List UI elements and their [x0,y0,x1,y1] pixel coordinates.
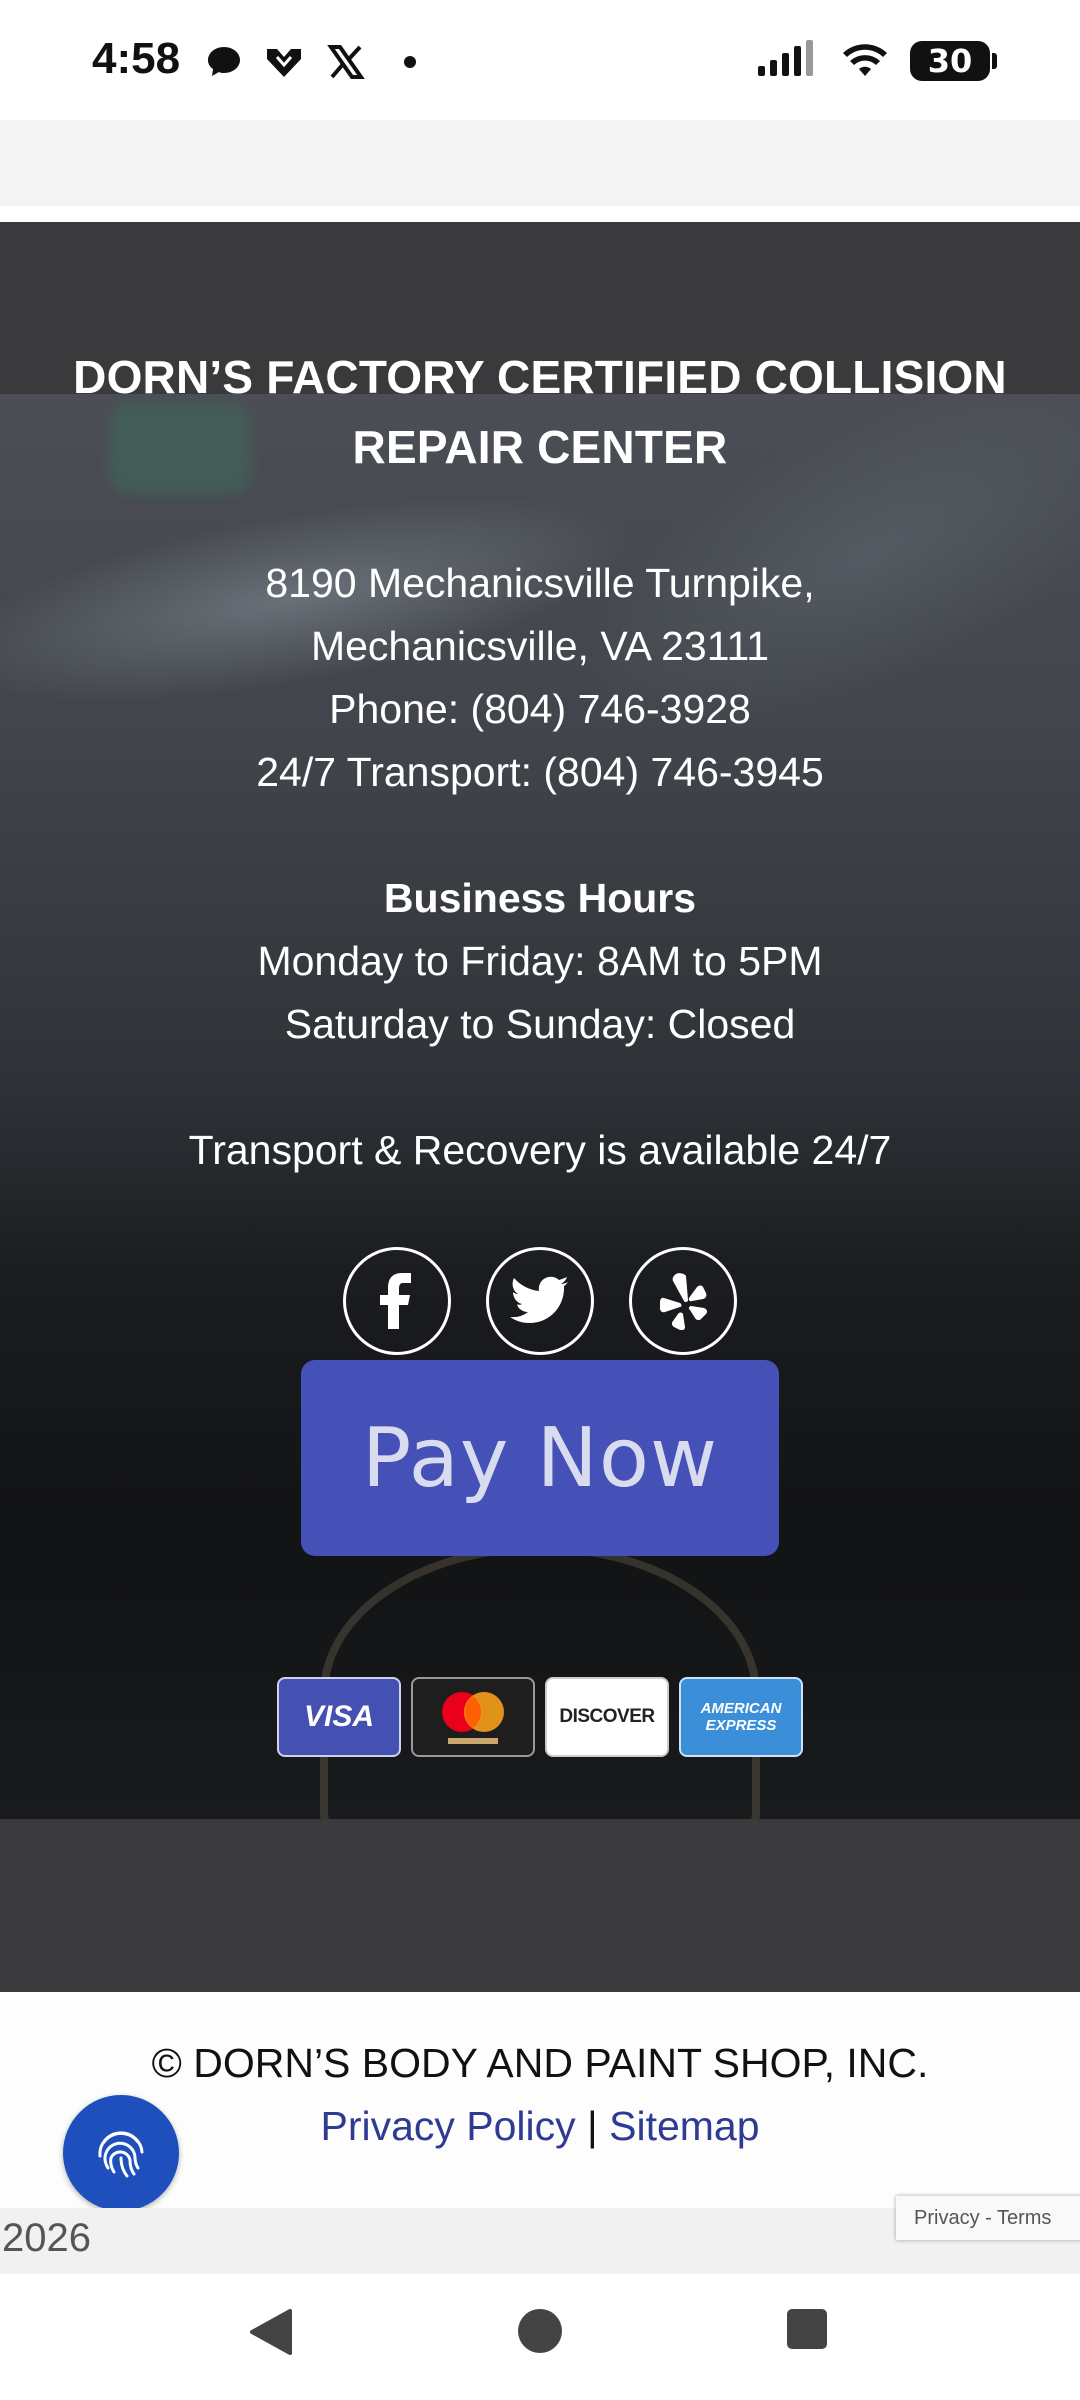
hours-weekday: Monday to Friday: 8AM to 5PM [257,938,823,984]
back-icon[interactable] [246,2307,296,2362]
amex-card-icon: AMERICAN EXPRESS [679,1677,803,1757]
contact-block: 8190 Mechanicsville Turnpike, Mechanicsv… [0,552,1080,804]
address-line-1: 8190 Mechanicsville Turnpike, [265,560,815,606]
accessibility-fingerprint-button[interactable] [63,2095,179,2211]
dot-icon [398,40,422,84]
transport-note: Transport & Recovery is available 24/7 [188,1127,892,1173]
chat-bubble-icon [202,40,246,84]
signal-icon [756,38,820,83]
payment-cards: VISA DISCOVER AMERICAN EXPRESS [0,1677,1080,1757]
phone-link[interactable]: Phone: (804) 746-3928 [0,678,1080,741]
privacy-policy-link[interactable]: Privacy Policy [320,2103,575,2149]
visa-card-icon: VISA [277,1677,401,1757]
transport-phone-link[interactable]: 24/7 Transport: (804) 746-3945 [0,741,1080,804]
twitter-icon[interactable] [486,1247,594,1355]
status-bar: 4:58 30 [0,0,1080,120]
hours-weekend: Saturday to Sunday: Closed [284,1001,796,1047]
yelp-icon[interactable] [629,1247,737,1355]
year-text: 2026 [2,2216,91,2260]
footer-title: DORN’S FACTORY CERTIFIED COLLISION REPAI… [73,351,1007,473]
link-separator: | [587,2103,598,2149]
x-logo-icon [324,40,368,84]
business-hours-heading: Business Hours [383,875,697,921]
home-icon[interactable] [516,2307,564,2360]
recaptcha-badge[interactable]: Privacy - Terms [896,2196,1080,2240]
address-line-2: Mechanicsville, VA 23111 [310,623,770,669]
wifi-icon [840,38,890,83]
battery-icon: 30 [910,40,997,81]
status-time: 4:58 [92,34,181,83]
facebook-icon[interactable] [343,1247,451,1355]
fingerprint-icon [98,2131,144,2178]
recents-icon[interactable] [785,2307,829,2356]
site-header-strip [0,120,1080,206]
copyright-text: © DORN’S BODY AND PAINT SHOP, INC. [151,2040,929,2086]
pay-now-button[interactable]: Pay Now [301,1360,779,1556]
social-links [0,1247,1080,1355]
sitemap-link[interactable]: Sitemap [609,2103,759,2149]
discover-card-icon: DISCOVER [545,1677,669,1757]
inbox-down-icon [260,40,308,84]
business-hours: Monday to Friday: 8AM to 5PM Saturday to… [0,930,1080,1056]
mastercard-icon [411,1677,535,1757]
system-nav-bar [0,2274,1080,2400]
divider [0,206,1080,222]
